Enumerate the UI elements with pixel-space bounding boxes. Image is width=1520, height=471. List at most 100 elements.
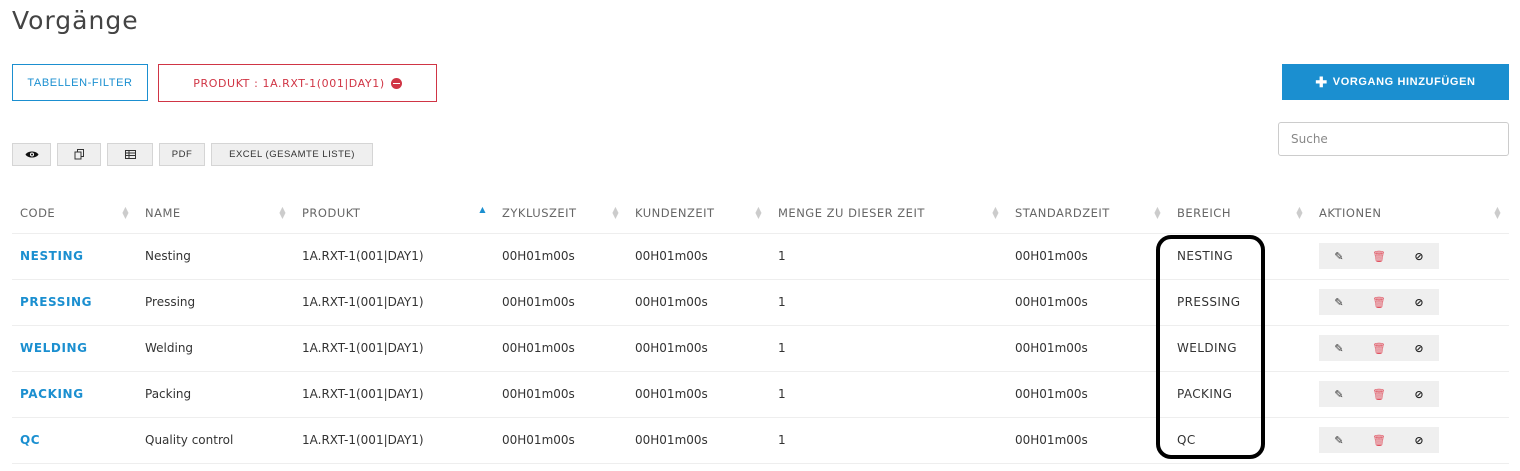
edit-icon[interactable]: ✎ [1319,427,1359,453]
sort-icon: ▲ ▼ [279,205,286,220]
cell-name: Pressing [137,279,294,326]
sort-icon: ▲ ▼ [1154,205,1161,220]
pdf-button[interactable]: PDF [159,143,205,166]
table-row: PRESSING Pressing 1A.RXT-1(001|DAY1) 00H01m… [12,279,1509,326]
add-operation-button[interactable]: ✚ VORGANG HINZUFÜGEN [1282,64,1509,100]
add-operation-label: VORGANG HINZUFÜGEN [1332,76,1476,88]
trash-icon[interactable]: 🗑 [1359,289,1399,315]
column-header-standardzeit[interactable]: STANDARDZEIT ▲ ▼ [1007,194,1169,234]
sort-icon: ▲ [479,205,486,214]
block-icon[interactable]: ⊘ [1399,243,1439,269]
code-link[interactable]: PRESSING [20,295,92,309]
cell-name: Nesting [137,233,294,280]
trash-icon[interactable]: 🗑 [1359,427,1399,453]
export-toolbar: PDF EXCEL (GESAMTE LISTE) [12,143,373,166]
cell-zykluszeit: 00H01m00s [494,371,627,418]
code-link[interactable]: NESTING [20,249,84,263]
table-body: NESTING Nesting 1A.RXT-1(001|DAY1) 00H01m00… [12,233,1509,464]
cell-bereich: WELDING [1169,325,1311,372]
edit-icon[interactable]: ✎ [1319,289,1359,315]
column-header-zykluszeit[interactable]: ZYKLUSZEIT ▲ ▼ [494,194,627,234]
cell-name: Quality control [137,417,294,464]
cell-produkt: 1A.RXT-1(001|DAY1) [294,371,494,418]
cell-kundenzeit: 00H01m00s [627,371,770,418]
block-icon[interactable]: ⊘ [1399,289,1439,315]
cell-name: Welding [137,325,294,372]
edit-icon[interactable]: ✎ [1319,381,1359,407]
row-actions: ✎ 🗑 ⊘ [1319,427,1439,453]
cell-zykluszeit: 00H01m00s [494,325,627,372]
cell-code: PACKING [12,371,137,418]
trash-icon[interactable]: 🗑 [1359,243,1399,269]
column-header-code[interactable]: CODE ▲ ▼ [12,194,137,234]
table-row: WELDING Welding 1A.RXT-1(001|DAY1) 00H01m00… [12,325,1509,372]
edit-icon[interactable]: ✎ [1319,335,1359,361]
cell-actions: ✎ 🗑 ⊘ [1311,233,1509,280]
cell-code: QC [12,417,137,464]
cell-actions: ✎ 🗑 ⊘ [1311,279,1509,326]
table-filter-button[interactable]: TABELLEN-FILTER [12,64,148,101]
edit-icon[interactable]: ✎ [1319,243,1359,269]
cell-menge: 1 [770,371,1007,418]
cell-code: NESTING [12,233,137,280]
csv-icon [124,150,136,159]
product-filter-chip[interactable]: PRODUKT : 1A.RXT-1(001|DAY1) [158,64,437,102]
cell-kundenzeit: 00H01m00s [627,279,770,326]
cell-produkt: 1A.RXT-1(001|DAY1) [294,279,494,326]
remove-icon[interactable] [390,77,402,89]
eye-icon [25,151,38,158]
excel-button[interactable]: EXCEL (GESAMTE LISTE) [211,143,373,166]
code-link[interactable]: WELDING [20,341,88,355]
block-icon[interactable]: ⊘ [1399,427,1439,453]
column-visibility-button[interactable] [12,143,51,166]
cell-bereich: QC [1169,417,1311,464]
row-actions: ✎ 🗑 ⊘ [1319,335,1439,361]
cell-standardzeit: 00H01m00s [1007,279,1169,326]
cell-zykluszeit: 00H01m00s [494,233,627,280]
block-icon[interactable]: ⊘ [1399,335,1439,361]
column-header-bereich[interactable]: BEREICH ▲ ▼ [1169,194,1311,234]
operations-table: CODE ▲ ▼ NAME ▲ ▼ PRODUKT ▲ ZYKLUSZEIT ▲ ▼ KUND… [12,194,1509,464]
sort-icon: ▲ ▼ [755,205,762,220]
column-header-aktionen[interactable]: AKTIONEN ▲ ▼ [1311,194,1509,234]
cell-menge: 1 [770,233,1007,280]
sort-icon: ▲ ▼ [1494,205,1501,220]
cell-standardzeit: 00H01m00s [1007,233,1169,280]
column-header-kundenzeit[interactable]: KUNDENZEIT ▲ ▼ [627,194,770,234]
cell-actions: ✎ 🗑 ⊘ [1311,371,1509,418]
code-link[interactable]: PACKING [20,387,84,401]
copy-icon [74,149,84,160]
table-row: PACKING Packing 1A.RXT-1(001|DAY1) 00H01m00… [12,371,1509,418]
cell-menge: 1 [770,325,1007,372]
column-header-menge[interactable]: MENGE ZU DIESER ZEIT ▲ ▼ [770,194,1007,234]
page-title: Vorgänge [12,6,139,35]
trash-icon[interactable]: 🗑 [1359,335,1399,361]
row-actions: ✎ 🗑 ⊘ [1319,243,1439,269]
csv-button[interactable] [107,143,153,166]
cell-kundenzeit: 00H01m00s [627,233,770,280]
table-row: NESTING Nesting 1A.RXT-1(001|DAY1) 00H01m00… [12,233,1509,280]
cell-kundenzeit: 00H01m00s [627,417,770,464]
cell-menge: 1 [770,279,1007,326]
column-header-name[interactable]: NAME ▲ ▼ [137,194,294,234]
cell-zykluszeit: 00H01m00s [494,417,627,464]
copy-button[interactable] [57,143,101,166]
cell-standardzeit: 00H01m00s [1007,325,1169,372]
cell-produkt: 1A.RXT-1(001|DAY1) [294,417,494,464]
table-header-row: CODE ▲ ▼ NAME ▲ ▼ PRODUKT ▲ ZYKLUSZEIT ▲ ▼ KUND… [12,194,1509,234]
code-link[interactable]: QC [20,433,40,447]
cell-zykluszeit: 00H01m00s [494,279,627,326]
cell-bereich: NESTING [1169,233,1311,280]
column-header-produkt[interactable]: PRODUKT ▲ [294,194,494,234]
search-input[interactable] [1278,122,1509,156]
cell-bereich: PRESSING [1169,279,1311,326]
block-icon[interactable]: ⊘ [1399,381,1439,407]
cell-actions: ✎ 🗑 ⊘ [1311,417,1509,464]
sort-icon: ▲ ▼ [992,205,999,220]
row-actions: ✎ 🗑 ⊘ [1319,289,1439,315]
cell-standardzeit: 00H01m00s [1007,417,1169,464]
cell-produkt: 1A.RXT-1(001|DAY1) [294,233,494,280]
sort-icon: ▲ ▼ [1296,205,1303,220]
trash-icon[interactable]: 🗑 [1359,381,1399,407]
cell-name: Packing [137,371,294,418]
